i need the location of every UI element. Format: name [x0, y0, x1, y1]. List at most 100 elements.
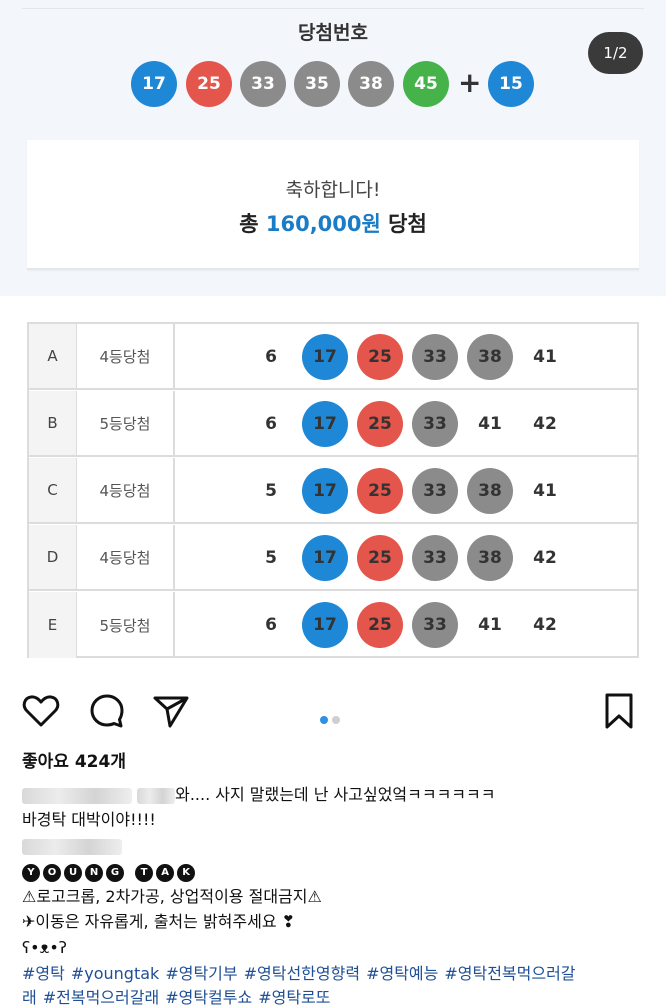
carousel-dots — [320, 709, 344, 728]
matched-number-ball: 33 — [412, 401, 458, 447]
heart-icon[interactable] — [20, 690, 62, 732]
divider — [22, 8, 644, 9]
result-row: A 4등당첨 6 17 25 33 38 41 — [29, 324, 637, 390]
matched-number-ball: 38 — [467, 535, 513, 581]
letter-circle: K — [177, 863, 196, 882]
comment-line-1: 와.... 사지 말랬는데 난 사고싶었엌ㅋㅋㅋㅋㅋㅋ — [22, 783, 652, 807]
result-row: E 5등당첨 6 17 25 33 41 42 — [29, 592, 637, 658]
matched-number-ball: 17 — [302, 401, 348, 447]
unmatched-number: 41 — [478, 615, 502, 635]
matched-number-ball: 33 — [412, 334, 458, 380]
hashtag-link[interactable]: #youngtak — [71, 964, 159, 983]
row-rank: 4등당첨 — [77, 525, 175, 589]
matched-number-ball: 17 — [302, 468, 348, 514]
row-rank: 4등당첨 — [77, 324, 175, 388]
notice-line-2: ✈이동은 자유롭게, 출처는 밝혀주세요 ❣ — [22, 912, 296, 931]
winning-ball: 25 — [186, 61, 232, 107]
result-row: C 4등당첨 5 17 25 33 38 41 — [29, 458, 637, 524]
blurred-username — [22, 787, 132, 804]
letter-circle: G — [106, 863, 124, 882]
winning-ball: 45 — [403, 61, 449, 107]
hashtag-link[interactable]: #영탁 — [22, 964, 65, 983]
prize-prefix: 총 — [239, 212, 266, 236]
blurred-text — [22, 838, 122, 855]
hashtag-link[interactable]: #영탁컬투쇼 — [165, 988, 252, 1006]
comment-bubble-icon[interactable] — [86, 690, 128, 732]
hashtag-link[interactable]: #영탁기부 — [165, 964, 237, 983]
young-letters: Y O U N G — [22, 863, 124, 882]
row-letter: C — [29, 458, 77, 522]
unmatched-number: 42 — [533, 548, 557, 568]
blurred-text — [137, 787, 176, 804]
prize-suffix: 당첨 — [380, 212, 427, 236]
emoticon: ʕ•ᴥ•ʔ — [22, 938, 67, 957]
likes-count[interactable]: 좋아요 424개 — [22, 750, 652, 774]
letter-circle: A — [156, 863, 175, 882]
matched-number-ball: 33 — [412, 535, 458, 581]
unmatched-number: 5 — [265, 481, 277, 501]
row-rank: 5등당첨 — [77, 592, 175, 658]
row-letter: A — [29, 324, 77, 388]
unmatched-number: 6 — [265, 414, 277, 434]
carousel-dot[interactable] — [332, 716, 340, 724]
matched-number-ball: 33 — [412, 468, 458, 514]
matched-number-ball: 33 — [412, 602, 458, 648]
matched-number-ball: 25 — [357, 602, 403, 648]
unmatched-number: 6 — [265, 615, 277, 635]
letter-circle: U — [64, 863, 82, 882]
prize-amount: 160,000원 — [265, 212, 381, 236]
matched-number-ball: 17 — [302, 334, 348, 380]
result-row: D 4등당첨 5 17 25 33 38 42 — [29, 525, 637, 591]
matched-number-ball: 38 — [467, 468, 513, 514]
matched-number-ball: 38 — [467, 334, 513, 380]
unmatched-number: 41 — [533, 347, 557, 367]
paper-plane-icon[interactable] — [150, 690, 192, 732]
post-actions — [0, 690, 666, 740]
result-card: 축하합니다! 총 160,000원 당첨 — [27, 140, 639, 270]
hashtag-link[interactable]: #영탁선한영향력 — [244, 964, 360, 983]
blurred-line — [22, 834, 652, 858]
unmatched-number: 41 — [478, 414, 502, 434]
letter-circle: T — [135, 863, 154, 882]
hashtag-link[interactable]: #전복먹으러갈래 — [43, 988, 159, 1006]
hashtag-link[interactable]: #영탁로또 — [258, 988, 330, 1006]
winning-numbers-panel: 당첨번호 1/2 17 25 33 35 38 45 15 + 축하합니다! 총… — [0, 0, 666, 296]
winning-ball: 38 — [348, 61, 394, 107]
winning-ball: 33 — [240, 61, 286, 107]
hashtag-link[interactable]: #영탁전복먹으러갈 — [444, 964, 575, 983]
matched-number-ball: 25 — [357, 334, 403, 380]
row-rank: 5등당첨 — [77, 391, 175, 455]
matched-number-ball: 25 — [357, 401, 403, 447]
row-letter: D — [29, 525, 77, 589]
letter-circle: O — [43, 863, 61, 882]
winning-ball: 17 — [131, 61, 177, 107]
bonus-ball: 15 — [488, 61, 534, 107]
young-tak-badge: Y O U N G T A K — [22, 860, 652, 884]
tak-letters: T A K — [135, 863, 196, 882]
matched-number-ball: 25 — [357, 535, 403, 581]
draw-title: 당첨번호 — [298, 22, 368, 44]
page-indicator: 1/2 — [588, 32, 643, 74]
unmatched-number: 42 — [533, 615, 557, 635]
unmatched-number: 41 — [533, 481, 557, 501]
comment-text-1: 와.... 사지 말랬는데 난 사고싶었엌ㅋㅋㅋㅋㅋㅋ — [175, 785, 496, 804]
row-letter: E — [29, 592, 77, 658]
letter-circle: Y — [22, 863, 40, 882]
hashtags: #영탁 #youngtak #영탁기부 #영탁선한영향력 #영탁예능 #영탁전복먹으러갈래… — [22, 962, 652, 1006]
hashtag-link[interactable]: #영탁예능 — [366, 964, 438, 983]
congrats-text: 축하합니다! — [285, 179, 381, 201]
winning-ball: 35 — [294, 61, 340, 107]
result-row: B 5등당첨 6 17 25 33 41 42 — [29, 391, 637, 457]
row-letter: B — [29, 391, 77, 455]
letter-circle: N — [85, 863, 103, 882]
carousel-dot-active[interactable] — [320, 716, 328, 724]
hashtag-link[interactable]: 래 — [22, 988, 37, 1006]
unmatched-number: 42 — [533, 414, 557, 434]
notice-line-1: ⚠로고크롭, 2차가공, 상업적이용 절대금지⚠ — [22, 887, 322, 906]
matched-number-ball: 17 — [302, 535, 348, 581]
matched-number-ball: 17 — [302, 602, 348, 648]
prize-text: 총 160,000원 당첨 — [27, 208, 639, 238]
results-table: A 4등당첨 6 17 25 33 38 41 B 5등당첨 6 17 25 33 41 42 C 4등당첨 5 17… — [27, 322, 639, 658]
matched-number-ball: 25 — [357, 468, 403, 514]
bookmark-icon[interactable] — [598, 690, 640, 732]
